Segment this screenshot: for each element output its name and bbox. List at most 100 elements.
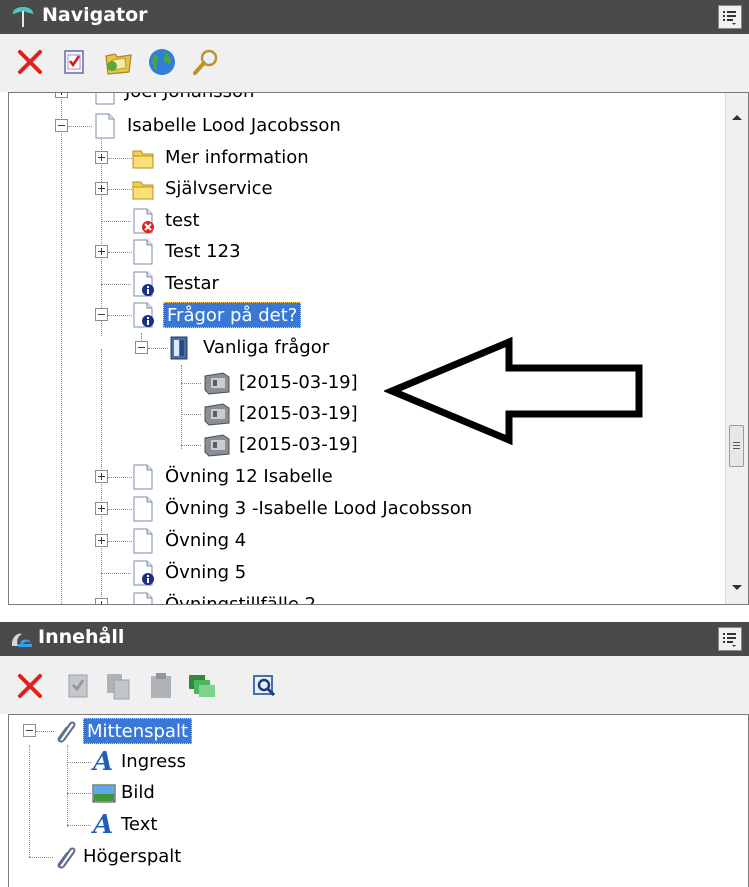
paste-icon — [151, 673, 171, 698]
content-item-label: Ingress — [121, 751, 186, 772]
tree-item-label: Övning 12 Isabelle — [165, 466, 333, 487]
search-icon — [253, 675, 276, 697]
annotation-arrow-icon — [384, 336, 643, 446]
delete-icon — [18, 50, 42, 74]
content-title: Innehåll — [38, 626, 125, 648]
list-menu-icon — [723, 11, 736, 25]
tree-item-label: Test 123 — [165, 241, 241, 262]
tree-item-label: test — [165, 210, 200, 231]
navigator-titlebar: Navigator — [0, 0, 749, 34]
checklist-icon — [64, 50, 84, 74]
collapse-toggle[interactable] — [95, 308, 108, 321]
tree-item-label: Isabelle Lood Jacobsson — [127, 115, 341, 136]
tree-item-testar[interactable]: Testar — [9, 269, 709, 299]
folder-icon — [132, 181, 154, 200]
content-item-hogerspalt[interactable]: Högerspalt — [9, 842, 709, 872]
tree-item-test-123[interactable]: Test 123 — [9, 237, 709, 267]
content-item-text[interactable]: A Text — [9, 810, 709, 840]
tree-item-joel[interactable]: Joel Johansson — [9, 93, 709, 107]
tree-line — [29, 857, 53, 858]
tree-item-ovning-3[interactable]: Övning 3 -Isabelle Lood Jacobsson — [9, 494, 709, 524]
delete-button[interactable] — [14, 670, 46, 702]
content-icon — [11, 633, 32, 647]
page-icon — [133, 239, 153, 265]
text-block-icon: A — [93, 810, 114, 840]
content-item-ingress[interactable]: A Ingress — [9, 747, 709, 777]
checklist-button[interactable] — [62, 670, 94, 702]
tree-item-test[interactable]: test — [9, 206, 709, 236]
tree-line — [101, 221, 131, 222]
page-icon — [95, 93, 115, 105]
collapse-toggle[interactable] — [135, 341, 148, 354]
news-icon — [204, 372, 230, 395]
navigator-toolbar — [0, 34, 749, 92]
tree-line — [101, 284, 131, 285]
expand-toggle[interactable] — [95, 598, 108, 604]
paste-button[interactable] — [145, 670, 177, 702]
expand-toggle[interactable] — [95, 151, 108, 164]
content-item-mittenspalt[interactable]: Mittenspalt — [9, 716, 709, 746]
folder-icon — [132, 150, 154, 169]
page-info-icon — [133, 271, 154, 297]
checklist-icon — [68, 674, 88, 698]
news-icon — [204, 434, 230, 457]
collapse-toggle[interactable] — [23, 724, 36, 737]
navigator-tree[interactable]: Joel Johansson Isabelle Lood Jacobsson M… — [8, 92, 749, 605]
tree-item-ovning-4[interactable]: Övning 4 — [9, 526, 709, 556]
navigator-scrollbar[interactable] — [725, 93, 748, 604]
copy-button[interactable] — [102, 670, 134, 702]
preview-button[interactable] — [250, 670, 282, 702]
tree-line — [108, 315, 132, 316]
tree-item-label: Övning 5 — [165, 562, 247, 583]
expand-toggle[interactable] — [95, 502, 108, 515]
tree-item-label: Övning 3 -Isabelle Lood Jacobsson — [165, 498, 473, 519]
search-icon — [193, 49, 218, 75]
tree-item-sjalvservice[interactable]: Självservice — [9, 174, 709, 204]
scroll-down-icon[interactable] — [731, 584, 743, 592]
globe-button[interactable] — [146, 46, 178, 78]
tree-item-ovning-5[interactable]: Övning 5 — [9, 558, 709, 588]
tree-line — [108, 158, 132, 159]
layers-button[interactable] — [186, 670, 218, 702]
page-icon — [133, 464, 153, 490]
tree-item-ovning-12[interactable]: Övning 12 Isabelle — [9, 462, 709, 492]
content-toolbar — [0, 656, 749, 714]
tree-line — [108, 509, 132, 510]
pin-icon — [12, 7, 34, 27]
tree-item-label: Mer information — [165, 147, 309, 168]
expand-toggle[interactable] — [95, 534, 108, 547]
tree-line — [108, 252, 132, 253]
scroll-up-icon[interactable] — [731, 113, 743, 121]
clip-icon — [57, 847, 76, 869]
tree-item-label: [2015-03-19] — [239, 434, 358, 455]
delete-icon — [18, 674, 42, 698]
delete-button[interactable] — [14, 46, 46, 78]
expand-toggle[interactable] — [95, 245, 108, 258]
folder-move-icon — [105, 53, 132, 75]
collapse-toggle[interactable] — [55, 119, 68, 132]
tree-item-mer-information[interactable]: Mer information — [9, 143, 709, 173]
news-icon — [204, 403, 230, 426]
checklist-button[interactable] — [58, 46, 90, 78]
page-info-icon — [133, 560, 154, 586]
tree-item-fragor-pa-det[interactable]: Frågor på det? — [9, 300, 709, 330]
content-tree[interactable]: Mittenspalt A Ingress Bild A Text Högers… — [8, 714, 749, 887]
scrollbar-thumb[interactable] — [729, 425, 744, 467]
folder-move-button[interactable] — [103, 46, 135, 78]
expand-toggle[interactable] — [95, 182, 108, 195]
content-item-label: Högerspalt — [83, 846, 182, 867]
clip-icon — [57, 721, 76, 743]
expand-toggle[interactable] — [55, 93, 68, 98]
page-icon — [133, 592, 153, 604]
content-item-bild[interactable]: Bild — [9, 778, 709, 808]
tree-item-ovningstillfalle-2[interactable]: Övningstillfälle 2 — [9, 590, 709, 604]
search-button[interactable] — [190, 46, 222, 78]
navigator-menu-button[interactable] — [718, 5, 742, 29]
tree-line — [67, 825, 91, 826]
content-menu-button[interactable] — [718, 627, 742, 651]
page-icon — [133, 528, 153, 554]
tree-item-isabelle[interactable]: Isabelle Lood Jacobsson — [9, 111, 709, 141]
copy-icon — [107, 674, 130, 700]
expand-toggle[interactable] — [95, 470, 108, 483]
tree-line — [108, 477, 132, 478]
